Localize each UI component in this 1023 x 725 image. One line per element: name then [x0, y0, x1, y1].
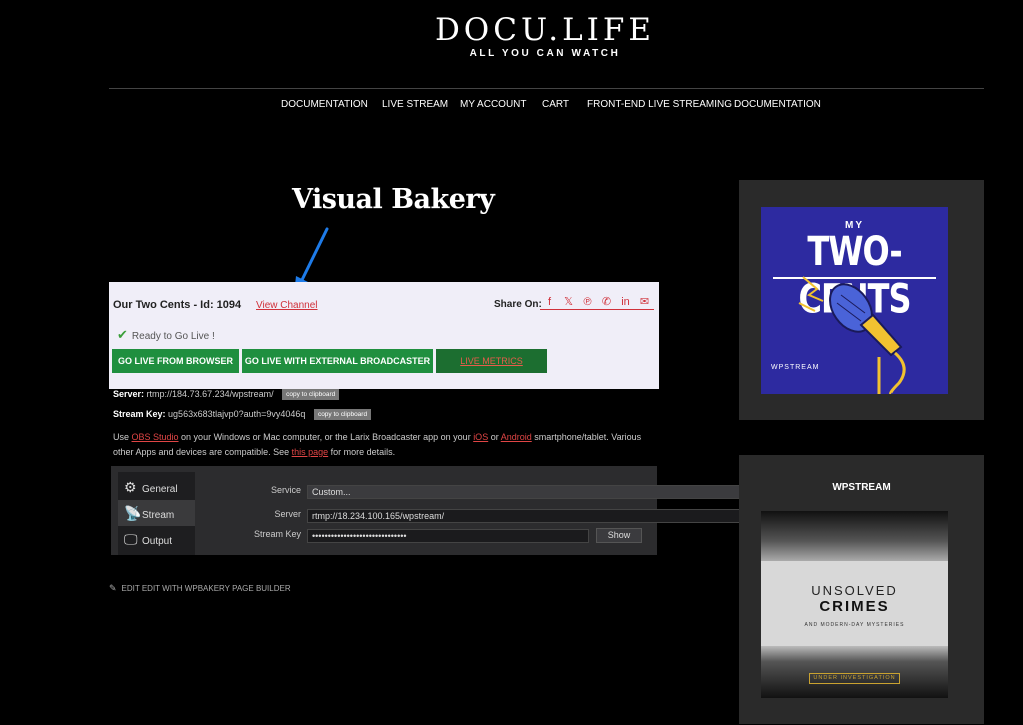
podcast-cover-badge: UNDER INVESTIGATION [809, 673, 900, 684]
server-label: Server: [113, 389, 145, 399]
header-divider [109, 88, 984, 89]
site-logo[interactable]: DOCU.LIFE [0, 12, 1023, 48]
desc-text-3: or [488, 432, 501, 442]
go-live-browser-button[interactable]: GO LIVE FROM BROWSER [112, 349, 239, 373]
obs-tab-output-label: Output [142, 536, 173, 547]
nav-item-documentation-2[interactable]: DOCUMENTATION [734, 99, 821, 110]
this-page-link[interactable]: this page [292, 447, 329, 457]
nav-item-live-stream[interactable]: LIVE STREAM [382, 99, 448, 110]
obs-show-button: Show [596, 528, 642, 543]
channel-panel: Our Two Cents - Id: 1094 View Channel Sh… [109, 282, 659, 389]
sidebar-widget-wpstream: WPSTREAM UNSOLVED CRIMES AND MODERN-DAY … [739, 455, 984, 724]
whatsapp-icon[interactable]: ✆ [597, 295, 616, 310]
server-value: rtmp://184.73.67.234/wpstream/ [146, 389, 274, 399]
desc-text-5: for more details. [328, 447, 396, 457]
podcast-cover-line2: CRIMES [819, 598, 890, 615]
nav-item-front-end-live-streaming[interactable]: FRONT-END LIVE STREAMING [587, 99, 732, 110]
stream-key-line: Stream Key: ug563x683tlajvp0?auth=9vy404… [113, 409, 372, 421]
email-icon[interactable]: ✉ [635, 295, 654, 310]
podcast-cover-two-cents[interactable]: MY TWO-CENTS WPSTREAM [761, 207, 948, 394]
linkedin-icon[interactable]: in [616, 295, 635, 310]
obs-settings-screenshot: ⚙ General 📡Stream 🖵 Output Service Custom.… [111, 466, 742, 555]
channel-title: Our Two Cents - Id: 1094 [113, 299, 242, 311]
obs-service-select: Custom... [307, 485, 742, 499]
nav-item-cart[interactable]: CART [542, 99, 569, 110]
obs-server-field: rtmp://18.234.100.165/wpstream/ [307, 509, 742, 523]
podcast-cover-unsolved-crimes[interactable]: UNSOLVED CRIMES AND MODERN-DAY MYSTERIES… [761, 511, 948, 698]
stream-key-value: ug563x683tlajvp0?auth=9vy4046q [168, 409, 306, 419]
desc-text-1: Use [113, 432, 132, 442]
podcast-cover-brand: WPSTREAM [771, 364, 820, 371]
main-nav: DOCUMENTATION LIVE STREAM MY ACCOUNT CAR… [0, 99, 1023, 113]
pinterest-icon[interactable]: ℗ [578, 295, 597, 310]
obs-sidebar: ⚙ General 📡Stream 🖵 Output [118, 472, 195, 555]
facebook-icon[interactable]: f [540, 295, 559, 310]
view-channel-link[interactable]: View Channel [256, 300, 318, 311]
ready-status: ✔ Ready to Go Live ! [117, 327, 215, 343]
checkmark-icon: ✔ [117, 327, 128, 342]
obs-stream-key-field: •••••••••••••••••••••••••••••• [307, 529, 589, 543]
widget-title: WPSTREAM [832, 482, 891, 493]
nav-item-my-account[interactable]: MY ACCOUNT [460, 99, 527, 110]
copy-server-button[interactable]: copy to clipboard [282, 389, 340, 401]
podcast-cover-line1: UNSOLVED [811, 583, 898, 598]
share-icons: f 𝕏 ℗ ✆ in ✉ [540, 295, 654, 310]
obs-tab-stream-label: Stream [142, 510, 175, 521]
obs-tab-general-label: General [142, 484, 178, 495]
server-line: Server: rtmp://184.73.67.234/wpstream/ c… [113, 389, 340, 401]
android-link[interactable]: Android [501, 432, 532, 442]
obs-tab-stream: 📡Stream [118, 500, 195, 526]
gear-icon: ⚙ [124, 479, 137, 495]
obs-tab-general: ⚙ General [118, 474, 195, 500]
copy-stream-key-button[interactable]: copy to clipboard [313, 409, 372, 421]
cover-texture-top [761, 511, 948, 561]
edit-page-builder-link[interactable]: ✎ EDIT EDIT WITH WPBAKERY PAGE BUILDER [109, 583, 291, 594]
antenna-icon: 📡 [124, 505, 142, 521]
edit-page-builder-label: EDIT EDIT WITH WPBAKERY PAGE BUILDER [121, 584, 291, 593]
share-label: Share On: [494, 299, 542, 310]
instructions-text: Use OBS Studio on your Windows or Mac co… [113, 430, 658, 460]
monitor-icon: 🖵 [124, 531, 138, 547]
obs-stream-key-label: Stream Key [253, 529, 301, 539]
obs-studio-link[interactable]: OBS Studio [132, 432, 179, 442]
site-tagline: ALL YOU CAN WATCH [469, 48, 621, 59]
live-metrics-button[interactable]: LIVE METRICS [436, 349, 547, 373]
cover-texture-bottom [761, 646, 948, 698]
stream-key-label: Stream Key: [113, 409, 166, 419]
go-live-external-button[interactable]: GO LIVE WITH EXTERNAL BROADCASTER [242, 349, 433, 373]
annotation-title: Visual Bakery [292, 184, 495, 215]
ready-status-text: Ready to Go Live ! [131, 331, 215, 342]
obs-tab-output: 🖵 Output [118, 526, 195, 552]
desc-text-2: on your Windows or Mac computer, or the … [178, 432, 474, 442]
sidebar-widget-podcast: MY TWO-CENTS WPSTREAM [739, 180, 984, 420]
obs-service-label: Service [270, 485, 301, 495]
podcast-cover-line3: AND MODERN-DAY MYSTERIES [804, 622, 905, 628]
nav-item-documentation[interactable]: DOCUMENTATION [281, 99, 368, 110]
obs-server-label: Server [274, 509, 301, 519]
ios-link[interactable]: iOS [473, 432, 488, 442]
pencil-icon: ✎ [109, 583, 117, 593]
twitter-icon[interactable]: 𝕏 [559, 295, 578, 310]
